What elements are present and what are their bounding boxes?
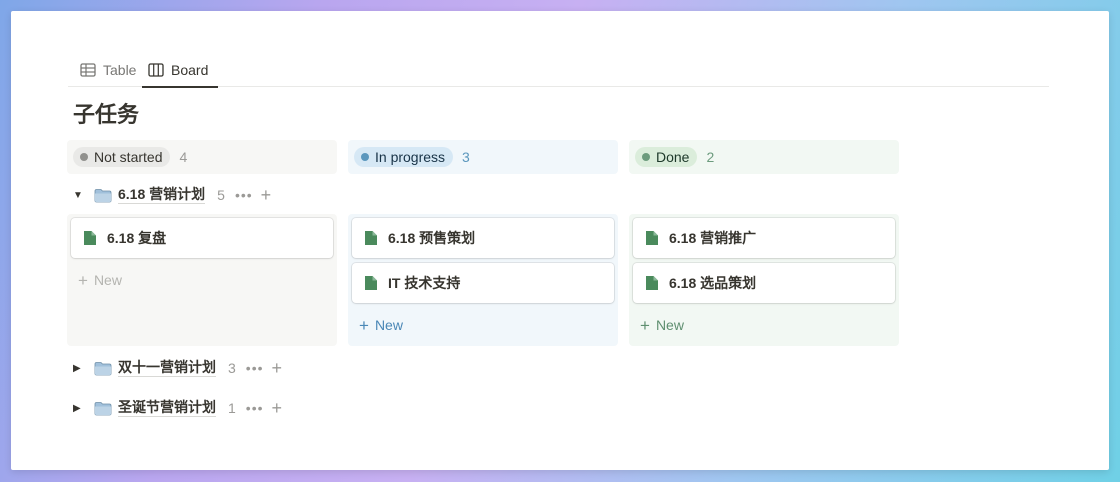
add-card-icon[interactable]: + (272, 399, 283, 417)
task-card[interactable]: 6.18 选品策划 (633, 263, 895, 303)
status-dot-icon (80, 153, 88, 161)
card-title: 6.18 选品策划 (669, 275, 757, 291)
more-options-icon[interactable]: ••• (235, 187, 253, 203)
more-options-icon[interactable]: ••• (246, 360, 264, 376)
page-title: 子任务 (73, 102, 140, 127)
status-badge: Done (635, 147, 698, 167)
page-icon (365, 276, 377, 290)
tab-board-label: Board (171, 62, 209, 78)
view-tabs: Table Board (68, 53, 1049, 88)
group-name[interactable]: 6.18 营销计划 (118, 186, 206, 204)
folder-icon (94, 401, 112, 416)
status-badge: In progress (354, 147, 454, 167)
column-header-not-started[interactable]: Not started 4 (67, 140, 337, 174)
group-row-double-eleven: ▶ 双十一营销计划 3 ••• + (73, 357, 282, 379)
group-count: 1 (228, 400, 236, 416)
board-icon (148, 63, 164, 77)
plus-icon: + (78, 270, 88, 290)
page-icon (646, 231, 658, 245)
status-label: Not started (94, 149, 163, 165)
status-badge: Not started (73, 147, 171, 167)
new-card-button[interactable]: + New (359, 314, 403, 336)
card-title: 6.18 复盘 (107, 230, 167, 246)
status-label: Done (656, 149, 690, 165)
expand-toggle-icon[interactable]: ▼ (73, 190, 83, 201)
task-card[interactable]: IT 技术支持 (352, 263, 614, 303)
card-title: 6.18 预售策划 (388, 230, 476, 246)
group-count: 5 (217, 187, 225, 203)
folder-icon (94, 361, 112, 376)
tab-board[interactable]: Board (142, 53, 218, 88)
group-name[interactable]: 双十一营销计划 (118, 359, 216, 377)
page-icon (365, 231, 377, 245)
group-name[interactable]: 圣诞节营销计划 (118, 399, 216, 417)
new-card-button[interactable]: + New (78, 269, 122, 291)
new-card-label: New (93, 272, 122, 288)
expand-toggle-icon[interactable]: ▶ (73, 403, 83, 414)
expand-toggle-icon[interactable]: ▶ (73, 363, 83, 374)
tab-table-label: Table (103, 62, 137, 78)
task-card[interactable]: 6.18 预售策划 (352, 218, 614, 258)
app-window: Table Board 子任务 Not started 4 In progres… (11, 11, 1109, 470)
plus-icon: + (359, 315, 369, 335)
column-count: 2 (706, 149, 715, 165)
column-count: 3 (462, 149, 470, 165)
group-row-618: ▼ 6.18 营销计划 5 ••• + (73, 184, 271, 206)
new-card-button[interactable]: + New (640, 314, 684, 336)
card-title: 6.18 营销推广 (669, 230, 757, 246)
column-header-done[interactable]: Done 2 (629, 140, 899, 174)
more-options-icon[interactable]: ••• (246, 400, 264, 416)
new-card-label: New (655, 317, 684, 333)
new-card-label: New (374, 317, 403, 333)
page-icon (84, 231, 96, 245)
add-card-icon[interactable]: + (272, 359, 283, 377)
column-header-in-progress[interactable]: In progress 3 (348, 140, 618, 174)
status-label: In progress (375, 149, 446, 165)
add-card-icon[interactable]: + (261, 186, 272, 204)
status-dot-icon (642, 153, 650, 161)
tab-table[interactable]: Table (74, 53, 142, 87)
column-count: 4 (179, 149, 188, 165)
group-row-christmas: ▶ 圣诞节营销计划 1 ••• + (73, 397, 282, 419)
card-title: IT 技术支持 (388, 275, 461, 291)
status-dot-icon (361, 153, 369, 161)
group-count: 3 (228, 360, 236, 376)
folder-icon (94, 188, 112, 203)
table-icon (80, 63, 96, 77)
plus-icon: + (640, 315, 650, 335)
task-card[interactable]: 6.18 营销推广 (633, 218, 895, 258)
task-card[interactable]: 6.18 复盘 (71, 218, 333, 258)
page-icon (646, 276, 658, 290)
